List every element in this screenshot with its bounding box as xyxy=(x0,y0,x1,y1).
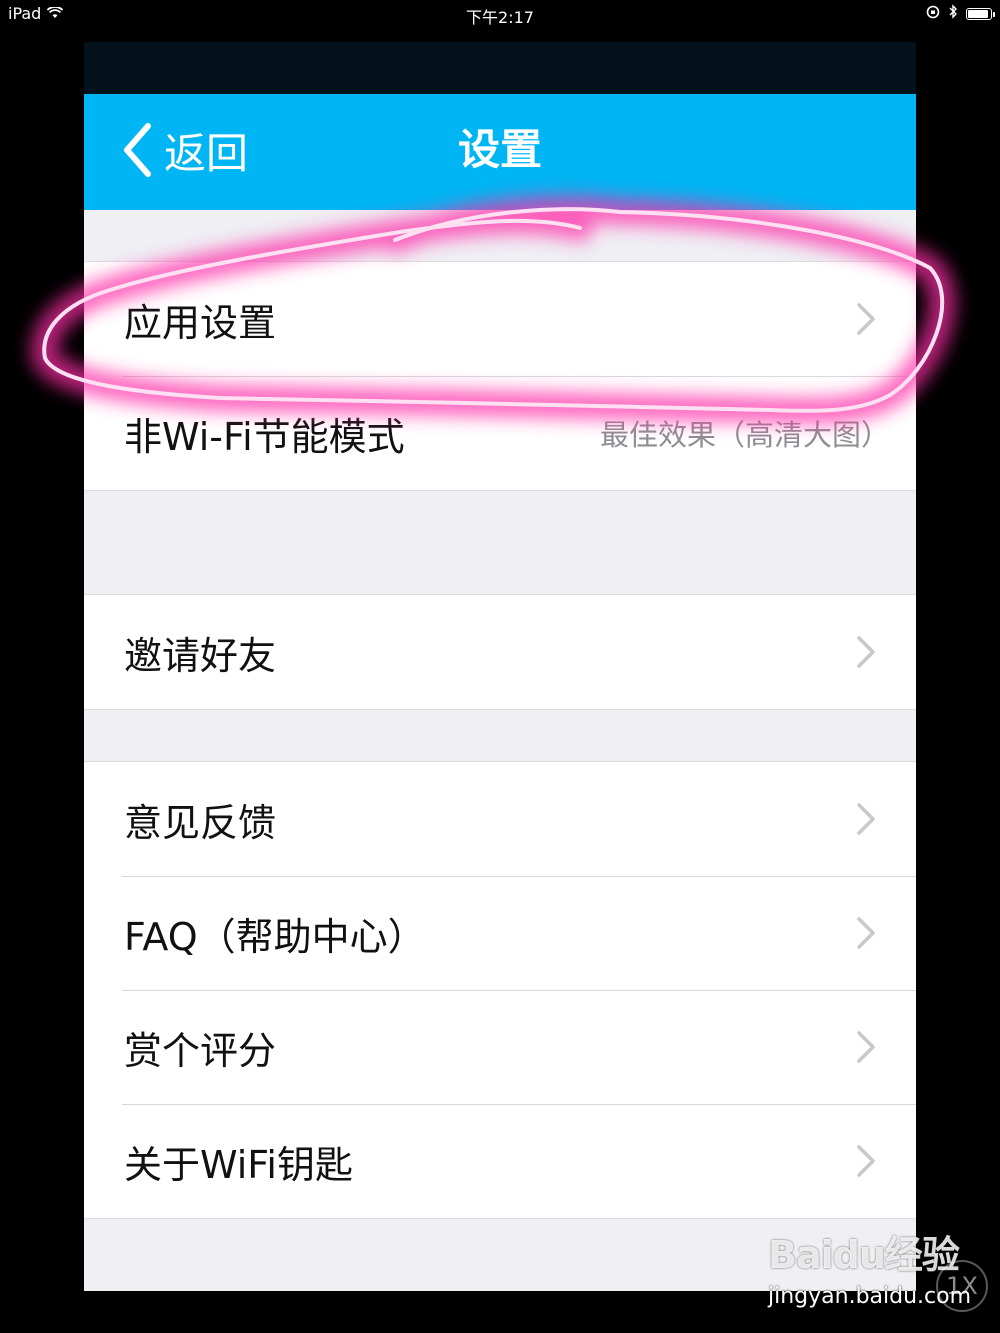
row-label: 意见反馈 xyxy=(124,800,277,845)
settings-group-app: 应用设置 非Wi-Fi节能模式 最佳效果（高清大图） xyxy=(84,261,916,491)
settings-group-invite: 邀请好友 xyxy=(84,594,916,710)
row-about[interactable]: 关于WiFi钥匙 xyxy=(84,1104,916,1218)
status-time: 下午2:17 xyxy=(466,8,534,27)
chevron-right-icon xyxy=(856,916,876,954)
bluetooth-icon xyxy=(948,4,958,23)
watermark-badge: 1X xyxy=(936,1260,988,1312)
battery-icon xyxy=(966,7,995,20)
row-label: 邀请好友 xyxy=(124,633,277,678)
row-label: 关于WiFi钥匙 xyxy=(124,1142,353,1187)
nav-bar: 返回 设置 xyxy=(84,94,916,210)
row-invite-friends[interactable]: 邀请好友 xyxy=(84,595,916,709)
settings-app: 返回 设置 应用设置 非Wi-Fi节能模式 最佳效果（高清大图） 邀请好友 意见… xyxy=(84,42,916,1291)
chevron-right-icon xyxy=(856,1144,876,1182)
settings-group-help: 意见反馈 FAQ（帮助中心） 赏个评分 关于WiFi钥匙 xyxy=(84,761,916,1219)
baidu-watermark: Baidu经验 jingyan.baidu.com 1X xyxy=(766,1224,992,1330)
row-label: 应用设置 xyxy=(124,300,277,345)
row-app-settings[interactable]: 应用设置 xyxy=(84,262,916,376)
row-label: 非Wi-Fi节能模式 xyxy=(124,414,405,459)
watermark-logo: Baidu经验 xyxy=(768,1233,960,1277)
rotation-lock-icon xyxy=(926,4,940,23)
row-label: FAQ（帮助中心） xyxy=(124,914,426,959)
chevron-right-icon xyxy=(856,1030,876,1068)
chevron-right-icon xyxy=(856,802,876,840)
status-right xyxy=(926,4,995,23)
row-faq[interactable]: FAQ（帮助中心） xyxy=(84,876,916,990)
status-bar: iPad 下午2:17 xyxy=(0,0,1000,28)
row-non-wifi-saving-mode[interactable]: 非Wi-Fi节能模式 最佳效果（高清大图） xyxy=(84,376,916,490)
row-feedback[interactable]: 意见反馈 xyxy=(84,762,916,876)
battery-fill xyxy=(968,9,989,18)
row-label: 赏个评分 xyxy=(124,1028,277,1073)
chevron-right-icon xyxy=(856,302,876,340)
row-rate-app[interactable]: 赏个评分 xyxy=(84,990,916,1104)
row-detail: 最佳效果（高清大图） xyxy=(599,418,890,452)
chevron-right-icon xyxy=(856,635,876,673)
page-title: 设置 xyxy=(457,125,542,174)
app-top-strip xyxy=(84,42,916,94)
